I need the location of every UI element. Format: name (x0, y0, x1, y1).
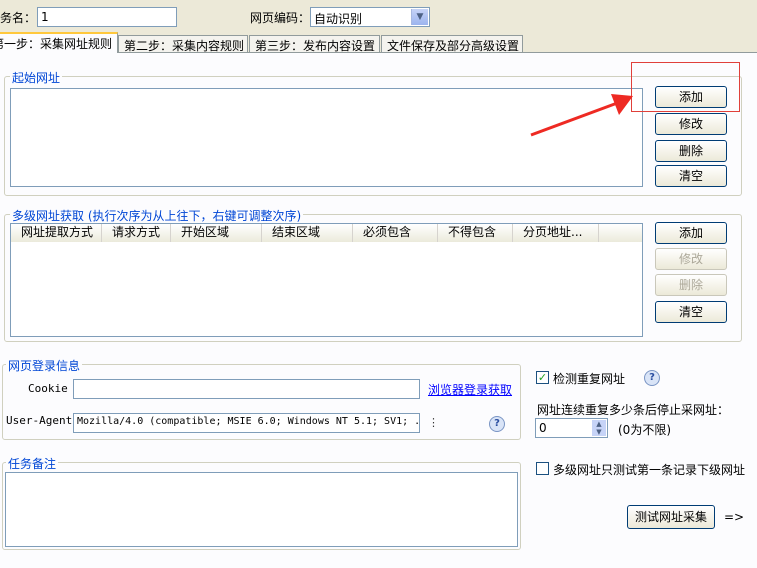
multi-level-add-button[interactable]: 添加 (655, 222, 727, 244)
tab-step2[interactable]: 第二步：采集内容规则 (118, 35, 248, 53)
test-url-collect-button[interactable]: 测试网址采集 (627, 505, 715, 529)
stop-after-label: 网址连续重复多少条后停止采网址： (537, 403, 730, 417)
detect-duplicate-label: 检测重复网址 (553, 372, 626, 386)
multi-level-clear-button[interactable]: 清空 (655, 301, 727, 323)
tab-advanced[interactable]: 文件保存及部分高级设置 (381, 35, 523, 53)
spin-down-icon[interactable]: ▼ (592, 428, 606, 436)
browser-login-link[interactable]: 浏览器登录获取 (428, 381, 512, 398)
detect-duplicate-checkbox[interactable]: ✓ (536, 371, 549, 384)
encoding-label: 网页编码： (250, 11, 311, 25)
notes-textarea[interactable] (5, 472, 518, 547)
spin-up-icon[interactable]: ▲ (592, 420, 606, 428)
stop-after-hint: (0为不限) (618, 423, 671, 437)
column-header[interactable]: 结束区域 (262, 224, 353, 242)
column-header-filler (599, 224, 642, 242)
start-url-delete-button[interactable]: 删除 (655, 140, 727, 162)
user-agent-input[interactable]: Mozilla/4.0 (compatible; MSIE 6.0; Windo… (73, 413, 420, 433)
highlight-box (631, 62, 740, 112)
multi-level-table[interactable]: 网址提取方式 请求方式 开始区域 结束区域 必须包含 不得包含 分页地址... (10, 223, 643, 337)
chevron-down-icon[interactable]: ▼ (411, 9, 428, 25)
red-arrow-annotation (530, 94, 633, 137)
start-url-title: 起始网址 (10, 69, 63, 86)
stop-after-input[interactable]: 0 ▲ ▼ (535, 418, 608, 438)
column-header[interactable]: 分页地址... (513, 224, 599, 242)
stop-after-value: 0 (539, 421, 547, 435)
login-title: 网页登录信息 (6, 357, 83, 374)
help-icon[interactable]: ? (489, 416, 505, 432)
tab-step1[interactable]: 第一步：采集网址规则 (0, 32, 118, 53)
user-agent-label: User-Agent (6, 414, 73, 427)
column-header[interactable]: 必须包含 (353, 224, 438, 242)
cookie-label: Cookie (28, 382, 68, 395)
task-name-label: 务名： (0, 11, 37, 25)
start-url-clear-button[interactable]: 清空 (655, 165, 727, 187)
column-header[interactable]: 请求方式 (102, 224, 171, 242)
column-header[interactable]: 开始区域 (171, 224, 262, 242)
dropdown-icon[interactable]: ⋮ (428, 416, 439, 429)
start-url-edit-button[interactable]: 修改 (655, 113, 727, 135)
task-name-input[interactable]: 1 (37, 7, 177, 27)
encoding-value: 自动识别 (314, 12, 363, 26)
notes-title: 任务备注 (6, 455, 59, 472)
encoding-select[interactable]: 自动识别 ▼ (310, 7, 430, 27)
multi-level-title: 多级网址获取 (执行次序为从上往下，右键可调整次序) (10, 207, 304, 224)
multi-level-edit-button: 修改 (655, 248, 727, 270)
help-icon[interactable]: ? (644, 370, 660, 386)
test-first-only-label: 多级网址只测试第一条记录下级网址 (553, 463, 746, 477)
column-header[interactable]: 网址提取方式 (11, 224, 102, 242)
cookie-input[interactable] (73, 379, 420, 399)
column-header[interactable]: 不得包含 (438, 224, 513, 242)
next-arrow: => (724, 510, 745, 524)
test-first-only-checkbox[interactable] (536, 462, 549, 475)
tab-step3[interactable]: 第三步：发布内容设置 (249, 35, 380, 53)
multi-level-delete-button: 删除 (655, 274, 727, 296)
